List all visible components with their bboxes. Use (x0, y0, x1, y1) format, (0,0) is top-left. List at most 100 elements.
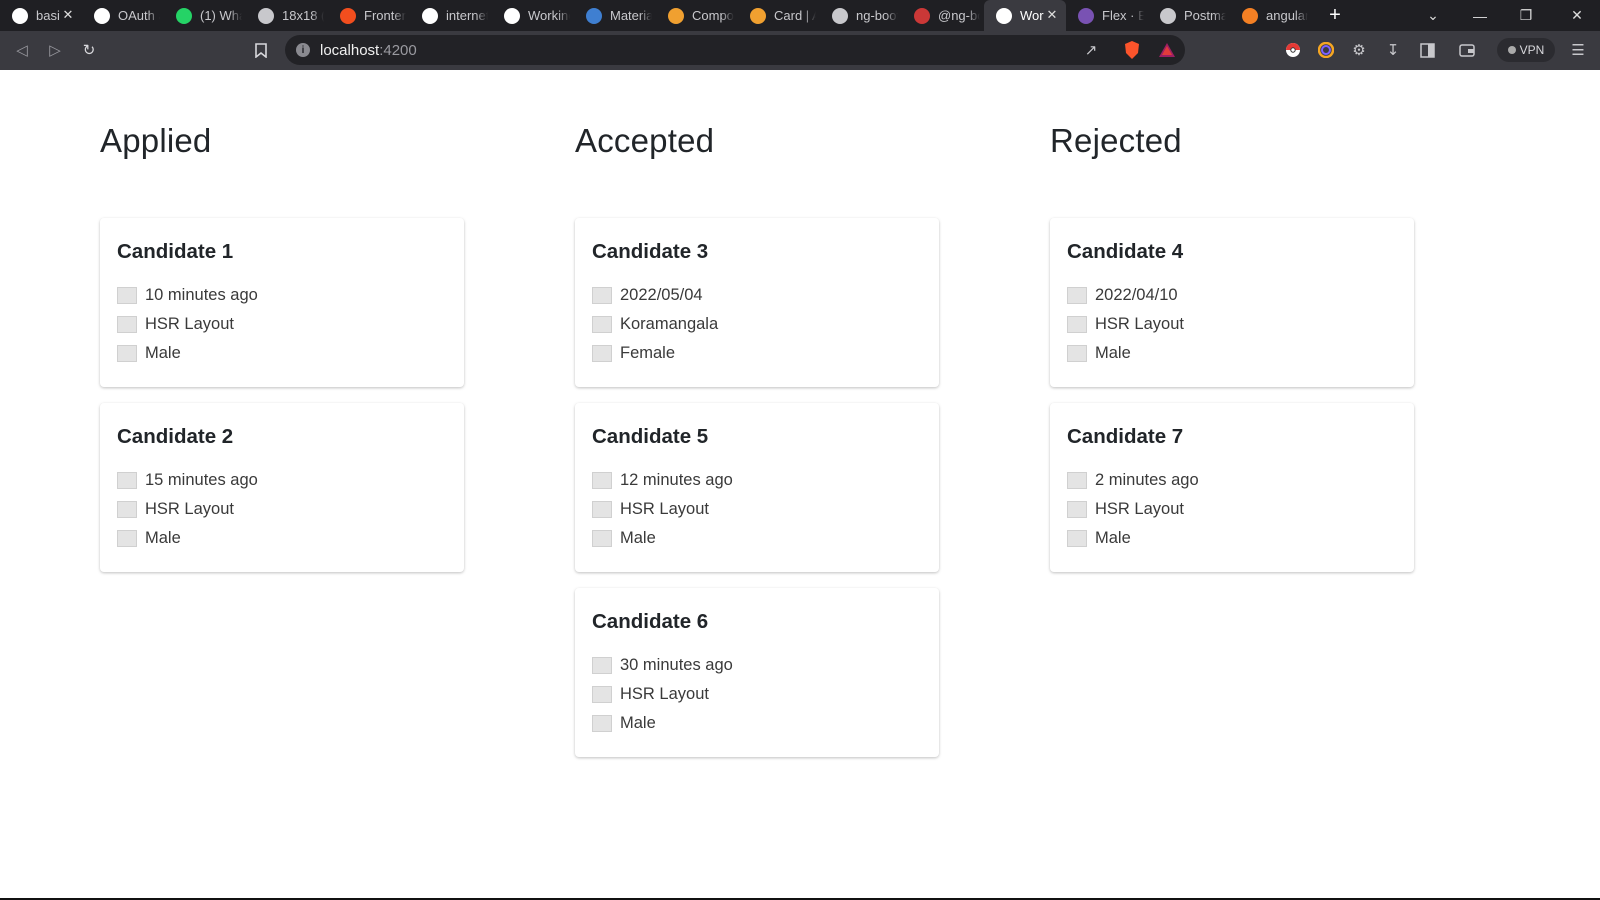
material-icon (586, 7, 602, 24)
clock-icon (592, 287, 612, 304)
candidate-card[interactable]: Candidate 1 10 minutes ago HSR Layout Male (100, 218, 464, 387)
browser-tab[interactable]: Materia (574, 0, 656, 31)
restore-button[interactable]: ❐ (1503, 0, 1549, 31)
color-picker-extension-icon[interactable] (1314, 38, 1338, 62)
candidate-name: Candidate 6 (592, 610, 709, 633)
location-icon (117, 501, 137, 518)
detail-time: 30 minutes ago (620, 656, 733, 674)
shield-icon (750, 7, 766, 24)
location-icon (592, 686, 612, 703)
detail-time: 2022/04/10 (1095, 286, 1178, 304)
address-bar[interactable]: i localhost:4200 (285, 35, 1185, 65)
browser-tab[interactable]: (1) Wha (164, 0, 246, 31)
gender-icon (592, 345, 612, 362)
menu-hamburger-icon[interactable]: ☰ (1566, 38, 1590, 62)
candidate-name: Candidate 3 (592, 240, 709, 263)
detail-time: 2 minutes ago (1095, 471, 1199, 489)
browser-tab[interactable]: OAuth a (82, 0, 164, 31)
browser-tab[interactable]: Compo (656, 0, 738, 31)
browser-tab[interactable]: Flex · Bo (1066, 0, 1148, 31)
detail-row-gender: Male (592, 709, 922, 738)
vpn-button[interactable]: VPN (1497, 38, 1555, 62)
candidate-card[interactable]: Candidate 4 2022/04/10 HSR Layout Male (1050, 218, 1414, 387)
browser-tab[interactable]: basi ✕ (0, 0, 82, 31)
tab-list: basi✕ OAuth a (1) Wha 18x18 (Fronten interne… (0, 0, 1312, 31)
close-tab-icon[interactable]: ✕ (1044, 7, 1060, 23)
tab-label: @ng-bo (938, 8, 980, 23)
gender-icon (117, 345, 137, 362)
browser-tab[interactable]: @ng-bo (902, 0, 984, 31)
bootstrap-icon (1078, 7, 1094, 24)
candidate-details: 2 minutes ago HSR Layout Male (1067, 466, 1397, 553)
location-icon (1067, 316, 1087, 333)
detail-row-location: Koramangala (592, 310, 922, 339)
angular-a-icon (504, 7, 520, 24)
detail-location: HSR Layout (1095, 315, 1184, 333)
new-tab-button[interactable]: + (1320, 0, 1350, 31)
detail-row-location: HSR Layout (117, 495, 447, 524)
browser-tab[interactable]: Workinc (492, 0, 574, 31)
forward-icon[interactable]: ▷ (43, 38, 67, 62)
detail-location: HSR Layout (1095, 500, 1184, 518)
browser-tab[interactable]: Wor ✕ (984, 0, 1066, 31)
sidebar-toggle-icon[interactable] (1415, 38, 1439, 62)
detail-time: 15 minutes ago (145, 471, 258, 489)
browser-tab[interactable]: Card | A (738, 0, 820, 31)
tab-label: Materia (610, 8, 652, 23)
location-icon (1067, 501, 1087, 518)
site-info-icon[interactable]: i (296, 43, 310, 57)
gender-icon (592, 715, 612, 732)
candidate-card[interactable]: Candidate 5 12 minutes ago HSR Layout Male (575, 403, 939, 572)
column-title: Rejected (1050, 122, 1182, 159)
detail-row-time: 30 minutes ago (592, 651, 922, 680)
browser-tab[interactable]: ng-boot (820, 0, 902, 31)
detail-row-gender: Male (592, 524, 922, 553)
tab-label: Workinc (528, 8, 570, 23)
detail-location: Koramangala (620, 315, 719, 333)
browser-tab[interactable]: 18x18 ( (246, 0, 328, 31)
brave-shields-icon[interactable] (1120, 38, 1144, 62)
location-icon (592, 316, 612, 333)
back-icon[interactable]: ◁ (10, 38, 34, 62)
location-icon (117, 316, 137, 333)
extensions-puzzle-icon[interactable]: ⚙ (1347, 38, 1371, 62)
candidate-card[interactable]: Candidate 6 30 minutes ago HSR Layout Male (575, 588, 939, 757)
clock-icon (592, 472, 612, 489)
browser-tab[interactable]: internet (410, 0, 492, 31)
page-content: Applied Candidate 1 10 minutes ago HSR Layo… (0, 70, 1600, 898)
minimize-button[interactable]: — (1457, 0, 1503, 31)
candidate-card[interactable]: Candidate 7 2 minutes ago HSR Layout Male (1050, 403, 1414, 572)
tab-search-chevron-icon[interactable]: ⌄ (1410, 0, 1456, 31)
tab-label: Flex · Bo (1102, 8, 1144, 23)
close-window-button[interactable]: ✕ (1554, 0, 1600, 31)
wallet-icon[interactable] (1455, 38, 1479, 62)
browser-tab[interactable]: angular (1230, 0, 1312, 31)
detail-location: HSR Layout (145, 500, 234, 518)
detail-time: 2022/05/04 (620, 286, 703, 304)
downloads-icon[interactable]: ↧ (1381, 38, 1405, 62)
detail-row-location: HSR Layout (592, 680, 922, 709)
pokeball-extension-icon[interactable] (1281, 38, 1305, 62)
detail-gender: Male (1095, 529, 1131, 547)
bookmark-icon[interactable] (249, 38, 273, 62)
candidate-card[interactable]: Candidate 2 15 minutes ago HSR Layout Male (100, 403, 464, 572)
browser-tab[interactable]: Fronten (328, 0, 410, 31)
detail-row-gender: Male (1067, 524, 1397, 553)
candidate-card[interactable]: Candidate 3 2022/05/04 Koramangala Female (575, 218, 939, 387)
detail-location: HSR Layout (620, 685, 709, 703)
tab-label: (1) Wha (200, 8, 242, 23)
share-icon[interactable]: ↗ (1079, 38, 1103, 62)
detail-row-time: 15 minutes ago (117, 466, 447, 495)
location-icon (592, 501, 612, 518)
candidate-details: 2022/05/04 Koramangala Female (592, 281, 922, 368)
candidate-details: 30 minutes ago HSR Layout Male (592, 651, 922, 738)
angular-a-icon (996, 7, 1012, 24)
browser-tab[interactable]: Postmar (1148, 0, 1230, 31)
brave-rewards-icon[interactable] (1155, 38, 1179, 62)
clock-icon (117, 287, 137, 304)
detail-row-location: HSR Layout (592, 495, 922, 524)
detail-location: HSR Layout (620, 500, 709, 518)
close-tab-icon[interactable]: ✕ (60, 7, 76, 23)
globe-icon (832, 7, 848, 24)
reload-icon[interactable]: ↻ (77, 38, 101, 62)
